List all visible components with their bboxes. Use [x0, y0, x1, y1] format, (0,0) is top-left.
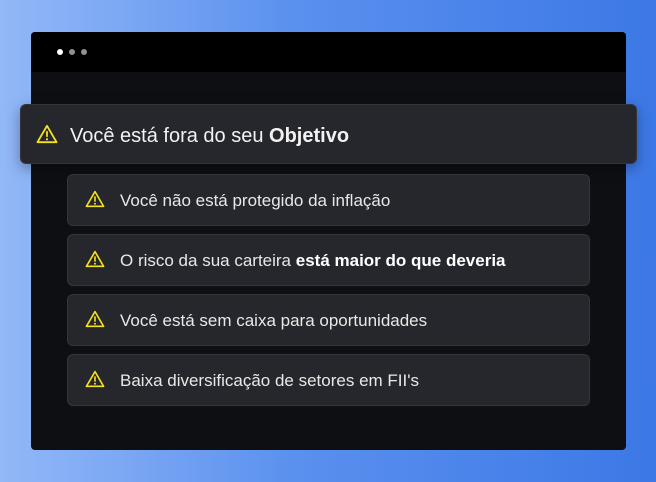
warning-item-text-regular: Você não está protegido da inflação	[120, 191, 391, 210]
warning-triangle-icon	[36, 124, 58, 144]
warning-item-text-regular: Baixa diversificação de setores em FII's	[120, 371, 419, 390]
warning-item: Você está sem caixa para oportunidades	[67, 294, 590, 346]
warning-triangle-icon	[85, 370, 105, 388]
objective-alert-banner: Você está fora do seu Objetivo	[20, 104, 637, 164]
alert-title-bold: Objetivo	[269, 125, 350, 147]
warning-item: O risco da sua carteira está maior do qu…	[67, 234, 590, 286]
window-titlebar	[31, 32, 626, 72]
alert-title-regular: Você está fora do seu	[70, 125, 270, 147]
alert-title: Você está fora do seu Objetivo	[70, 125, 349, 147]
warning-item: Você não está protegido da inflação	[67, 174, 590, 226]
warning-item-text-bold: está maior do que deveria	[295, 251, 506, 270]
warning-triangle-icon	[85, 310, 105, 328]
warning-item-text: O risco da sua carteira está maior do qu…	[120, 251, 506, 271]
warning-item-text-regular: O risco da sua carteira	[120, 251, 296, 270]
window-dot-inactive[interactable]	[81, 49, 87, 55]
warning-item-text-regular: Você está sem caixa para oportunidades	[120, 311, 428, 330]
warning-triangle-icon	[85, 250, 105, 268]
window-dot-active[interactable]	[57, 49, 63, 55]
warning-item-text: Baixa diversificação de setores em FII's	[120, 371, 419, 391]
warning-item: Baixa diversificação de setores em FII's	[67, 354, 590, 406]
warning-triangle-icon	[85, 190, 105, 208]
warning-item-text: Você está sem caixa para oportunidades	[120, 311, 427, 331]
window-dot-inactive[interactable]	[69, 49, 75, 55]
warning-item-text: Você não está protegido da inflação	[120, 191, 390, 211]
